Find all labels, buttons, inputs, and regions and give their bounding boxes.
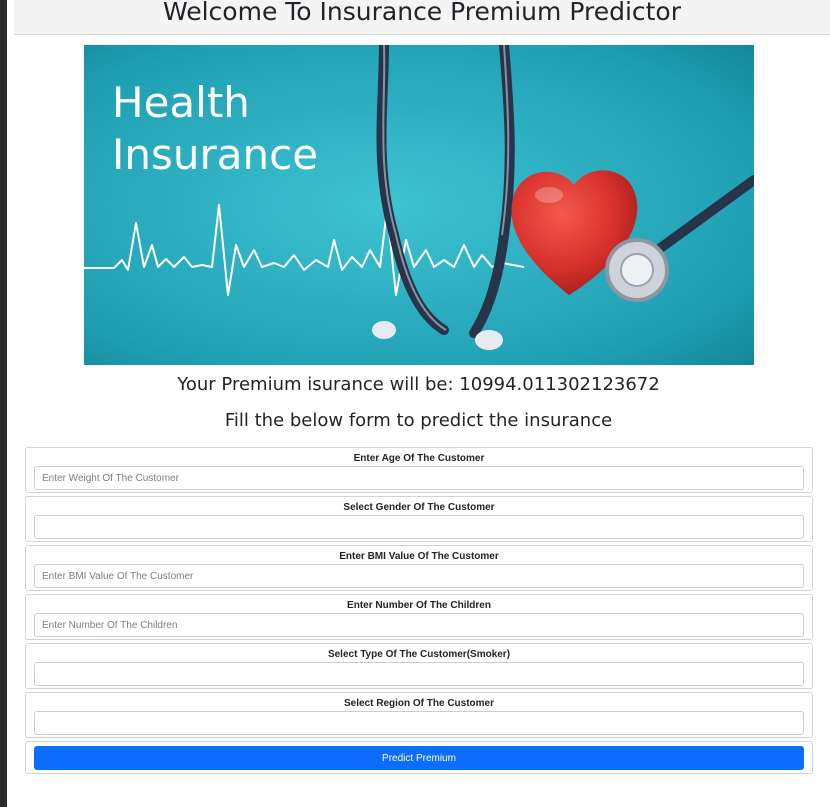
children-group: Enter Number Of The Children xyxy=(25,594,813,640)
predict-premium-button[interactable]: Predict Premium xyxy=(34,746,804,770)
age-group: Enter Age Of The Customer xyxy=(25,447,813,493)
submit-group: Predict Premium xyxy=(25,741,813,774)
gender-select[interactable] xyxy=(34,515,804,539)
form-subtitle: Fill the below form to predict the insur… xyxy=(224,410,613,431)
bmi-group: Enter BMI Value Of The Customer xyxy=(25,545,813,591)
bmi-label: Enter BMI Value Of The Customer xyxy=(339,551,499,562)
page: Welcome To Insurance Premium Predictor H… xyxy=(7,0,830,807)
children-label: Enter Number Of The Children xyxy=(347,600,491,611)
page-title: Welcome To Insurance Premium Predictor xyxy=(162,0,682,26)
smoker-group: Select Type Of The Customer(Smoker) xyxy=(25,643,813,689)
gender-label: Select Gender Of The Customer xyxy=(343,502,495,513)
region-label: Select Region Of The Customer xyxy=(343,698,495,709)
smoker-label: Select Type Of The Customer(Smoker) xyxy=(327,649,511,660)
region-group: Select Region Of The Customer xyxy=(25,692,813,738)
prediction-form: Enter Age Of The Customer Select Gender … xyxy=(25,447,813,774)
banner-title-line1: Health xyxy=(112,78,250,127)
bmi-input[interactable] xyxy=(34,564,804,588)
age-label: Enter Age Of The Customer xyxy=(353,453,485,464)
premium-result: Your Premium isurance will be: 10994.011… xyxy=(177,374,660,395)
smoker-select[interactable] xyxy=(34,662,804,686)
gender-group: Select Gender Of The Customer xyxy=(25,496,813,542)
region-select[interactable] xyxy=(34,711,804,735)
children-input[interactable] xyxy=(34,613,804,637)
page-header: Welcome To Insurance Premium Predictor xyxy=(14,0,830,35)
health-insurance-banner-image: Health Insurance xyxy=(84,45,754,365)
age-input[interactable] xyxy=(34,466,804,490)
banner-title-line2: Insurance xyxy=(112,130,318,179)
